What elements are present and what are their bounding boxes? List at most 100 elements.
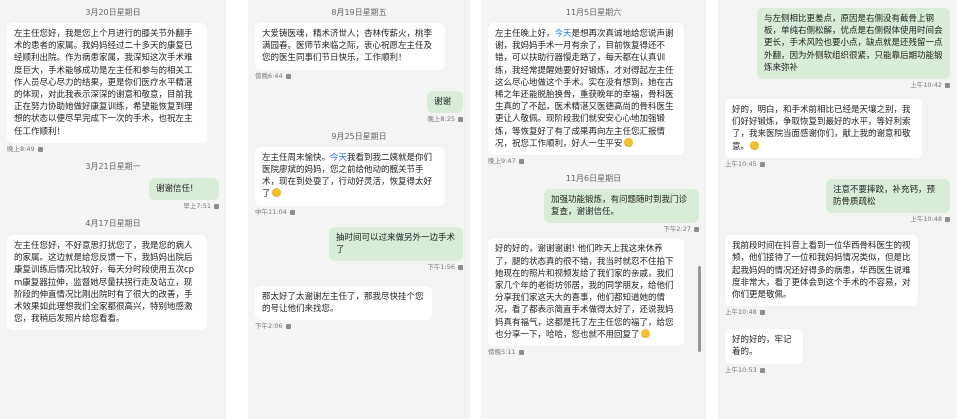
message-bubble[interactable]: 好的好的，牢记着的。: [725, 329, 803, 364]
incoming-message-3[interactable]: 好的好的，牢记着的。 上午10:53: [725, 329, 950, 374]
message-bubble[interactable]: 好的，明白，和手术前相比已经是天壤之别，我们好好锻炼，争取恢复到最好的水平，等好…: [725, 99, 922, 158]
outgoing-message-1[interactable]: 谢谢信任! 早上7:51: [7, 177, 219, 211]
read-receipt-icon: [518, 159, 524, 165]
message-text: 左主任您好，不好意思打扰您了，我是您的病人的家属。这边就是给您反馈一下，我妈妈出…: [14, 241, 195, 325]
read-receipt-icon: [289, 209, 295, 215]
read-receipt-icon: [285, 324, 291, 330]
read-receipt-icon: [945, 83, 950, 89]
outgoing-message-1[interactable]: 与左侧相比更差点，原因是右侧没有截骨上钢板，单纯右侧松解，优点是右侧假体使用时间…: [725, 8, 950, 90]
smile-emoji-icon: [640, 328, 650, 338]
read-receipt-icon: [945, 217, 950, 223]
message-time: 上午10:48: [725, 215, 950, 224]
chat-panel-1-content: 3月20日星期日 左主任您好，我是您上个月进行的膝关节外翻手术的患者的家属。我妈…: [0, 0, 226, 419]
message-text-after-link: 是想再次真诚地给您说声谢谢，我妈妈手术一月有余了，目前恢复得还不错，可以扶助行器…: [495, 29, 674, 149]
date-separator-1: 11月5日星期六: [565, 8, 622, 17]
message-bubble[interactable]: 加强功能锻炼，有问题随时到我门诊复查，谢谢信任。: [544, 189, 699, 224]
date-separator-1: 3月20日星期日: [85, 8, 141, 17]
message-time: 上午10:48: [725, 308, 950, 317]
read-receipt-icon: [214, 204, 219, 210]
message-text: 谢谢: [434, 96, 452, 107]
outgoing-message-2[interactable]: 注意不要摔跤，补充钙，预防骨质疏松 上午10:48: [725, 178, 950, 224]
incoming-message-1[interactable]: 大爱铸医魂，精术济世人；杏林传薪火，桃李满园春。医师节来临之际，衷心祝愿左主任及…: [255, 23, 463, 81]
message-time: 上午10:45: [725, 160, 950, 169]
message-time: 下午2:06: [255, 322, 463, 331]
smile-emoji-icon: [623, 137, 633, 147]
date-link[interactable]: 今天: [555, 29, 572, 39]
message-bubble[interactable]: 大爱铸医魂，精术济世人；杏林传薪火，桃李满园春。医师节来临之际，衷心祝愿左主任及…: [255, 23, 445, 70]
message-text: 注意不要摔跤，补充钙，预防骨质疏松: [833, 184, 936, 208]
incoming-message-1[interactable]: 好的，明白，和手术前相比已经是天壤之别，我们好好锻炼，争取恢复到最好的水平，等好…: [725, 99, 950, 169]
message-text: 与左侧相比更差点，原因是右侧没有截骨上钢板，单纯右侧松解，优点是右侧假体使用时间…: [764, 14, 943, 73]
message-text: 好的好的，牢记着的。: [732, 335, 792, 358]
message-time: 傍晚6:44: [255, 72, 463, 81]
incoming-message-2[interactable]: 好的好的，谢谢谢谢! 他们昨天上我这来休养了，腿的状态真的很不错，我当时就忍不住…: [488, 238, 699, 357]
outgoing-message-2[interactable]: 抽时间可以过来做另外一边手术了 下午1:56: [255, 226, 463, 272]
message-text-before-link: 左主任晚上好，: [495, 29, 555, 39]
date-link[interactable]: 今天: [330, 153, 347, 163]
read-receipt-icon: [759, 161, 765, 167]
read-receipt-icon: [458, 116, 463, 122]
incoming-message-2[interactable]: 左主任周末愉快。今天我看到我二姨就是你们医院廖斌的妈妈，您之前给他动的髋关节手术…: [255, 146, 463, 217]
message-text: 那太好了太谢谢左主任了，那我尽快挂个您的号让他们来找您。: [262, 292, 424, 315]
chat-panel-4-content: 与左侧相比更差点，原因是右侧没有截骨上钢板，单纯右侧松解，优点是右侧假体使用时间…: [718, 0, 957, 419]
cropped-header-text: [718, 0, 957, 8]
message-text: 左主任您好，我是您上个月进行的膝关节外翻手术的患者的家属。我妈妈经过二十多天的康…: [14, 29, 193, 137]
message-text: 抽时间可以过来做另外一边手术了: [336, 232, 456, 255]
message-text-before-link: 左主任周末愉快。: [262, 152, 331, 163]
read-receipt-icon: [759, 367, 765, 373]
message-time: 早上7:51: [7, 202, 219, 211]
message-text: 大爱铸医魂，精术济世人；杏林传薪火，桃李满园春。医师节来临之际，衷心祝愿左主任及…: [262, 29, 433, 64]
message-text: 我前段时间在抖音上看到一位华西骨科医生的视频，他们接待了一位和我妈妈情况类似，但…: [732, 241, 911, 301]
message-time: 晚上8:49: [7, 145, 219, 154]
date-separator-1: 8月19日星期五: [331, 8, 387, 17]
read-receipt-icon: [518, 350, 524, 356]
scrollbar[interactable]: [698, 266, 701, 352]
message-time: 下午1:56: [255, 263, 463, 272]
message-bubble[interactable]: 左主任晚上好，今天是想再次真诚地给您说声谢谢，我妈妈手术一月有余了，目前恢复得还…: [488, 23, 684, 156]
message-time: 上午10:42: [725, 81, 950, 90]
message-time: 上午10:53: [725, 366, 950, 375]
message-bubble[interactable]: 左主任您好，不好意思打扰您了，我是您的病人的家属。这边就是给您反馈一下，我妈妈出…: [7, 235, 207, 331]
incoming-message-1[interactable]: 左主任晚上好，今天是想再次真诚地给您说声谢谢，我妈妈手术一月有余了，目前恢复得还…: [488, 23, 699, 166]
chat-screenshot-collage: 3月20日星期日 左主任您好，我是您上个月进行的膝关节外翻手术的患者的家属。我妈…: [0, 0, 957, 419]
message-time: 中午11:04: [255, 208, 463, 217]
message-time: 下午2:27: [488, 225, 699, 234]
read-receipt-icon: [759, 310, 765, 316]
message-bubble[interactable]: 左主任周末愉快。今天我看到我二姨就是你们医院廖斌的妈妈，您之前给他动的髋关节手术…: [255, 146, 445, 206]
message-bubble[interactable]: 谢谢: [427, 90, 463, 113]
date-separator-2: 9月25日星期日: [331, 131, 387, 141]
message-bubble[interactable]: 注意不要摔跤，补充钙，预防骨质疏松: [826, 178, 950, 214]
read-receipt-icon: [458, 265, 463, 271]
chat-panel-2: 8月19日星期五 大爱铸医魂，精术济世人；杏林传薪火，桃李满园春。医师节来临之际…: [248, 0, 470, 419]
incoming-message-2[interactable]: 左主任您好，不好意思打扰您了，我是您的病人的家属。这边就是给您反馈一下，我妈妈出…: [7, 235, 219, 331]
message-bubble[interactable]: 那太好了太谢谢左主任了，那我尽快挂个您的号让他们来找您。: [255, 286, 432, 321]
message-bubble[interactable]: 抽时间可以过来做另外一边手术了: [329, 226, 463, 262]
chat-panel-3-content: 11月5日星期六 左主任晚上好，今天是想再次真诚地给您说声谢谢，我妈妈手术一月有…: [481, 0, 706, 419]
chat-panel-2-content: 8月19日星期五 大爱铸医魂，精术济世人；杏林传薪火，桃李满园春。医师节来临之际…: [248, 0, 470, 419]
incoming-message-3[interactable]: 那太好了太谢谢左主任了，那我尽快挂个您的号让他们来找您。 下午2:06: [255, 286, 463, 331]
message-bubble[interactable]: 与左侧相比更差点，原因是右侧没有截骨上钢板，单纯右侧松解，优点是右侧假体使用时间…: [757, 8, 950, 80]
chat-panel-3: 11月5日星期六 左主任晚上好，今天是想再次真诚地给您说声谢谢，我妈妈手术一月有…: [481, 0, 706, 419]
message-bubble[interactable]: 谢谢信任!: [149, 177, 219, 201]
message-text: 谢谢信任!: [156, 183, 194, 194]
smile-emoji-icon: [271, 188, 281, 198]
incoming-message-1[interactable]: 左主任您好，我是您上个月进行的膝关节外翻手术的患者的家属。我妈妈经过二十多天的康…: [7, 23, 219, 154]
date-separator-2: 3月21日星期一: [85, 161, 141, 171]
message-bubble[interactable]: 左主任您好，我是您上个月进行的膝关节外翻手术的患者的家属。我妈妈经过二十多天的康…: [7, 23, 207, 143]
date-separator-2: 11月6日星期日: [565, 174, 622, 184]
message-time: 晚上9:47: [488, 157, 699, 166]
outgoing-message-1[interactable]: 谢谢 晚上8:25: [255, 90, 463, 124]
message-time: 晚上8:25: [255, 115, 463, 124]
read-receipt-icon: [37, 146, 43, 152]
read-receipt-icon: [285, 73, 291, 79]
message-bubble[interactable]: 好的好的，谢谢谢谢! 他们昨天上我这来休养了，腿的状态真的很不错，我当时就忍不住…: [488, 238, 684, 347]
chat-panel-4: 与左侧相比更差点，原因是右侧没有截骨上钢板，单纯右侧松解，优点是右侧假体使用时间…: [718, 0, 957, 419]
message-text: 加强功能锻炼，有问题随时到我门诊复查，谢谢信任。: [551, 195, 688, 218]
message-text: 好的好的，谢谢谢谢! 他们昨天上我这来休养了，腿的状态真的很不错，我当时就忍不住…: [495, 244, 674, 340]
message-time: 傍晚5:11: [488, 348, 699, 357]
message-bubble[interactable]: 我前段时间在抖音上看到一位华西骨科医生的视频，他们接待了一位和我妈妈情况类似，但…: [725, 235, 918, 307]
date-separator-3: 4月17日星期日: [85, 219, 141, 229]
incoming-message-2[interactable]: 我前段时间在抖音上看到一位华西骨科医生的视频，他们接待了一位和我妈妈情况类似，但…: [725, 235, 950, 317]
chat-panel-1: 3月20日星期日 左主任您好，我是您上个月进行的膝关节外翻手术的患者的家属。我妈…: [0, 0, 226, 419]
outgoing-message-1[interactable]: 加强功能锻炼，有问题随时到我门诊复查，谢谢信任。 下午2:27: [488, 189, 699, 234]
